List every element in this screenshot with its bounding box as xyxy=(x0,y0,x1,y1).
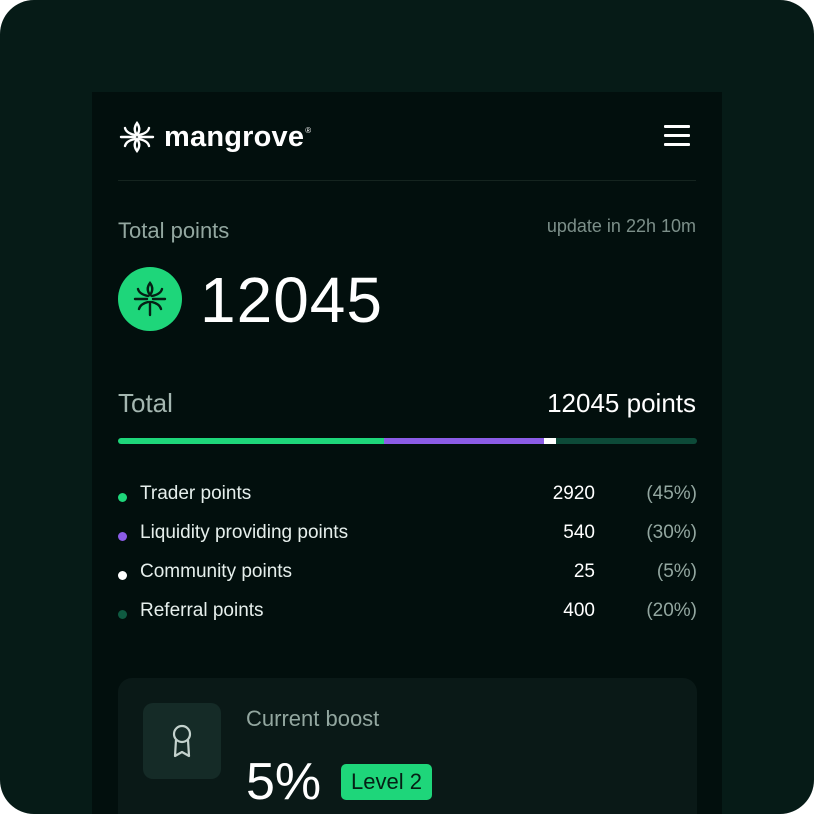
breakdown-percent: (20%) xyxy=(646,600,697,621)
boost-icon-tile xyxy=(143,703,221,779)
legend-dot xyxy=(118,571,127,580)
boost-card: Current boost 5% Level 2 xyxy=(118,678,697,814)
progress-segment-liquidity xyxy=(384,438,544,444)
brand-logo[interactable]: mangrove ® xyxy=(118,120,311,154)
award-ribbon-icon xyxy=(172,724,192,758)
boost-label: Current boost xyxy=(246,706,380,731)
breakdown-value: 25 xyxy=(573,561,595,582)
app-frame: mangrove ® Total points update in 22h 10… xyxy=(0,0,814,814)
total-points-label: Total points xyxy=(118,218,230,243)
level-badge: Level 2 xyxy=(341,764,432,800)
breakdown-label: Community points xyxy=(140,561,293,582)
legend-dot xyxy=(118,532,127,541)
legend-dot xyxy=(118,610,127,619)
legend-dot xyxy=(118,493,127,502)
mangrove-leaf-icon xyxy=(133,280,167,317)
progress-segment-community xyxy=(543,438,557,444)
brand-name: mangrove xyxy=(164,121,305,153)
breakdown-row: Community points 25 (5%) xyxy=(118,558,697,597)
hamburger-menu-icon xyxy=(664,125,690,128)
menu-button[interactable] xyxy=(664,124,692,148)
update-timer: update in 22h 10m xyxy=(546,216,696,236)
mangrove-logo-icon xyxy=(119,120,155,154)
breakdown-label: Trader points xyxy=(140,483,252,504)
breakdown-value: 400 xyxy=(563,600,595,621)
mobile-screen: mangrove ® Total points update in 22h 10… xyxy=(92,92,722,814)
breakdown-label: Referral points xyxy=(140,600,264,621)
total-row-value: 12045 points xyxy=(547,388,696,418)
points-breakdown-list: Trader points 2920 (45%) Liquidity providin… xyxy=(118,480,697,636)
breakdown-percent: (45%) xyxy=(646,483,697,504)
breakdown-row: Referral points 400 (20%) xyxy=(118,597,697,636)
breakdown-percent: (30%) xyxy=(646,522,697,543)
points-progress-bar xyxy=(118,438,697,444)
breakdown-percent: (5%) xyxy=(656,561,697,582)
breakdown-value: 540 xyxy=(563,522,595,543)
breakdown-row: Trader points 2920 (45%) xyxy=(118,480,697,519)
total-row-label: Total xyxy=(118,388,173,418)
progress-segment-referral xyxy=(556,438,697,444)
breakdown-row: Liquidity providing points 540 (30%) xyxy=(118,519,697,558)
progress-segment-trader xyxy=(118,438,385,444)
total-points-value: 12045 xyxy=(200,264,383,336)
breakdown-value: 2920 xyxy=(552,483,595,504)
breakdown-label: Liquidity providing points xyxy=(140,522,349,543)
header: mangrove ® xyxy=(118,116,696,181)
boost-value: 5% xyxy=(246,753,322,811)
points-badge xyxy=(118,267,182,331)
registered-mark: ® xyxy=(305,126,312,135)
